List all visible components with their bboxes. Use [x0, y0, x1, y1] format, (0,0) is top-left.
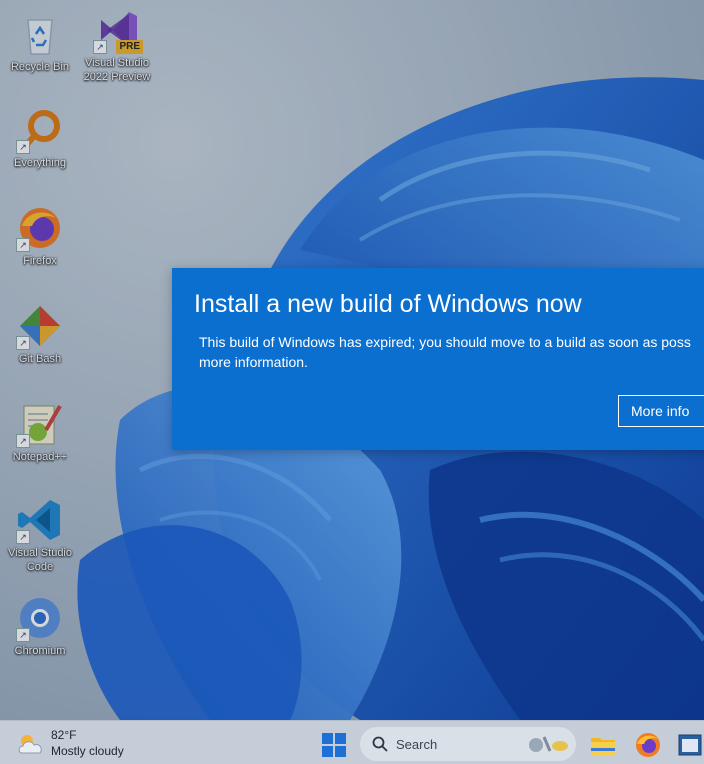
taskbar-firefox[interactable]	[634, 731, 662, 759]
dialog-message-line: This build of Windows has expired; you s…	[199, 334, 691, 350]
start-button[interactable]	[322, 733, 346, 757]
weather-temperature: 82°F	[51, 728, 77, 742]
shortcut-arrow-icon: ↗	[16, 238, 30, 252]
visual-studio-icon: PRE ↗	[93, 6, 143, 54]
desktop-icon-label: Visual Studio 2022 Preview	[83, 57, 151, 83]
shortcut-arrow-icon: ↗	[16, 628, 30, 642]
search-highlight-icon	[529, 736, 568, 752]
desktop-icon-chromium[interactable]: ↗ Chromium	[1, 594, 79, 658]
desktop-icon-label: Everything	[14, 157, 66, 169]
chromium-icon: ↗	[16, 594, 64, 642]
weather-description: Mostly cloudy	[51, 744, 124, 758]
firefox-icon	[636, 733, 660, 757]
taskbar-file-explorer[interactable]	[589, 731, 617, 759]
dialog-title: Install a new build of Windows now	[194, 290, 582, 318]
cloud-icon	[18, 735, 42, 754]
vscode-icon: ↗	[16, 496, 64, 544]
desktop-icon-recycle-bin[interactable]: Recycle Bin	[1, 10, 79, 74]
desktop-icon-label: Visual Studio Code	[7, 547, 72, 573]
recycle-bin-icon	[16, 10, 64, 58]
desktop-icon-label: Recycle Bin	[10, 61, 70, 73]
desktop-icon-label: Git Bash	[18, 353, 62, 365]
desktop-icon-notepad-plus-plus[interactable]: ↗ Notepad++	[1, 400, 79, 464]
windows-logo-icon	[322, 733, 346, 757]
desktop-icon-vscode[interactable]: ↗ Visual Studio Code	[1, 496, 79, 574]
everything-search-icon: ↗	[16, 106, 64, 154]
dialog-message: This build of Windows has expired; you s…	[199, 332, 704, 372]
taskbar-app-window[interactable]	[676, 731, 704, 759]
shortcut-arrow-icon: ↗	[16, 530, 30, 544]
shortcut-arrow-icon: ↗	[16, 140, 30, 154]
search-placeholder: Search	[396, 737, 438, 752]
file-explorer-icon	[591, 738, 615, 755]
dialog-message-line: more information.	[199, 354, 308, 370]
desktop-icon-label: Notepad++	[12, 451, 68, 463]
app-window-icon	[678, 734, 702, 756]
shortcut-arrow-icon: ↗	[16, 336, 30, 350]
more-info-button[interactable]: More info	[618, 395, 704, 427]
desktop-icon-label: Firefox	[23, 255, 57, 267]
desktop-icon-firefox[interactable]: ↗ Firefox	[1, 204, 79, 268]
build-expired-dialog: Install a new build of Windows now This …	[172, 268, 704, 450]
notepad-plus-plus-icon: ↗	[16, 400, 64, 448]
firefox-icon: ↗	[16, 204, 64, 252]
desktop-icon-visual-studio[interactable]: PRE ↗ Visual Studio 2022 Preview	[78, 6, 156, 84]
desktop-icon-label: Chromium	[14, 645, 66, 657]
desktop-icon-git-bash[interactable]: ↗ Git Bash	[1, 302, 79, 366]
desktop-icon-everything[interactable]: ↗ Everything	[1, 106, 79, 170]
preview-badge: PRE	[116, 40, 143, 54]
taskbar-search[interactable]: Search	[360, 727, 576, 761]
shortcut-arrow-icon: ↗	[16, 434, 30, 448]
shortcut-arrow-icon: ↗	[93, 40, 107, 54]
git-bash-icon: ↗	[16, 302, 64, 350]
search-icon	[372, 736, 388, 752]
